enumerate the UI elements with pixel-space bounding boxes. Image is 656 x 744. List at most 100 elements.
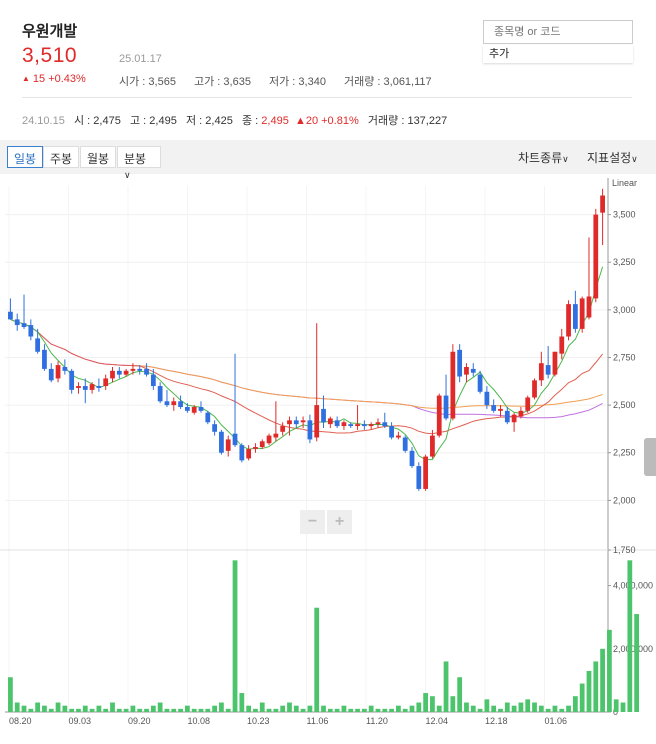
ref-volume: 거래량 : 137,227: [367, 115, 448, 127]
volume-bar: [307, 705, 313, 712]
volume-bar: [586, 670, 592, 712]
candle-body: [430, 435, 435, 457]
candle-body: [259, 441, 265, 448]
stock-search-input[interactable]: [483, 20, 633, 44]
ref-low: 저 : 2,425: [186, 115, 233, 127]
volume-bar: [232, 560, 238, 712]
zoom-out-button[interactable]: −: [300, 510, 325, 534]
volume-bar: [545, 708, 551, 712]
candle-body: [293, 420, 299, 425]
change-value: 15 +0.43%: [32, 73, 86, 85]
volume-bar: [21, 705, 27, 712]
price-tick-label: 2,500: [613, 400, 636, 410]
volume-bar: [430, 696, 435, 712]
chevron-down-icon: ∨: [562, 154, 569, 164]
candle-body: [205, 412, 211, 423]
stock-name: 우원개발: [22, 23, 78, 40]
volume-bar: [484, 699, 490, 712]
candle-body: [103, 378, 109, 387]
volume-bar: [314, 607, 320, 712]
volume-bar: [593, 661, 599, 712]
tab-weekly[interactable]: 주봉: [43, 146, 80, 168]
chart-canvas[interactable]: Linear 3,500 3,250 3,000 2,750 2,500 2,250 2,00…: [0, 178, 656, 739]
add-button[interactable]: 추가: [483, 45, 633, 63]
volume-bar: [144, 708, 149, 712]
chart-type-dropdown[interactable]: 차트종류∨: [518, 149, 569, 166]
volume-bar: [525, 699, 531, 712]
volume-bar: [110, 702, 115, 712]
date-tick-label: 01.06: [545, 716, 568, 726]
tab-minute[interactable]: 분봉 ∨: [117, 146, 161, 180]
candle-body: [21, 323, 27, 327]
candle-body: [35, 338, 41, 352]
tab-monthly[interactable]: 월봉: [80, 146, 117, 168]
volume-bar: [321, 705, 326, 712]
candle-body: [566, 304, 571, 337]
price-tick-label: 2,250: [613, 448, 636, 458]
tab-daily[interactable]: 일봉: [7, 146, 44, 168]
volume-bar: [55, 702, 61, 712]
volume-bar: [572, 696, 578, 712]
tab-minute-label: 분봉: [124, 152, 147, 166]
volume-bar: [130, 705, 136, 712]
candle-body: [498, 408, 503, 411]
ref-open: 시 : 2,475: [74, 115, 121, 127]
candle-body: [314, 405, 320, 438]
scale-label: Linear: [612, 178, 637, 188]
candle-body: [477, 374, 483, 392]
volume-bar: [566, 705, 571, 712]
volume-bar: [103, 708, 109, 712]
candle-body: [409, 450, 415, 467]
price-tick-label: 3,000: [613, 305, 636, 315]
candle-body: [436, 395, 442, 436]
price-tick-label: 1,750: [613, 545, 636, 555]
stock-header: 우원개발 3,510 25.01.17 ▲ 15 +0.43% 시가 : 3,56…: [0, 0, 656, 140]
candle-body: [28, 325, 34, 337]
candle-body: [593, 214, 599, 299]
candle-body: [8, 311, 13, 320]
volume-bar: [293, 705, 299, 712]
volume-bar: [280, 705, 286, 712]
indicator-settings-dropdown[interactable]: 지표설정∨: [587, 149, 638, 166]
volume-bar: [579, 683, 585, 712]
volume-bar: [368, 705, 374, 712]
side-panel-handle[interactable]: [644, 438, 656, 476]
zoom-in-button[interactable]: +: [327, 510, 352, 534]
candle-body: [225, 439, 231, 451]
volume-bar: [470, 705, 476, 712]
volume-bar: [76, 708, 81, 712]
candle-body: [212, 424, 217, 432]
volume-bar: [355, 708, 360, 712]
divider: [22, 97, 632, 98]
candle-body: [55, 365, 61, 379]
candle-body: [450, 351, 456, 419]
candle-body: [171, 401, 177, 406]
volume-bar: [164, 708, 170, 712]
candle-body: [96, 386, 102, 388]
candle-body: [266, 435, 272, 444]
candle-body: [82, 386, 88, 390]
volume-bar: [178, 708, 183, 712]
candle-body: [130, 368, 136, 371]
candle-body: [144, 368, 149, 375]
price-tick-label: 3,500: [613, 210, 636, 220]
ref-date: 24.10.15: [22, 115, 65, 127]
candle-body: [457, 349, 463, 377]
volume-bar: [82, 705, 88, 712]
candle-body: [14, 319, 20, 326]
indicator-label: 지표설정: [587, 151, 632, 165]
ref-high: 고 : 2,495: [130, 115, 177, 127]
ref-change: ▲20 +0.81%: [294, 115, 359, 127]
stock-chart[interactable]: Linear 3,500 3,250 3,000 2,750 2,500 2,250 2,00…: [0, 178, 656, 739]
volume-bar: [239, 693, 245, 712]
volume-bar: [334, 708, 340, 712]
candle-body: [355, 424, 360, 427]
volume-bar: [14, 702, 20, 712]
price-stats: 시가 : 3,565 고가 : 3,635 저가 : 3,340 거래량 : 3…: [119, 73, 447, 89]
volume-bar: [184, 705, 190, 712]
candle-body: [178, 401, 183, 408]
candle-body: [402, 437, 408, 451]
volume-bar: [518, 702, 524, 712]
volume-bar: [191, 708, 197, 712]
candle-body: [89, 384, 95, 390]
